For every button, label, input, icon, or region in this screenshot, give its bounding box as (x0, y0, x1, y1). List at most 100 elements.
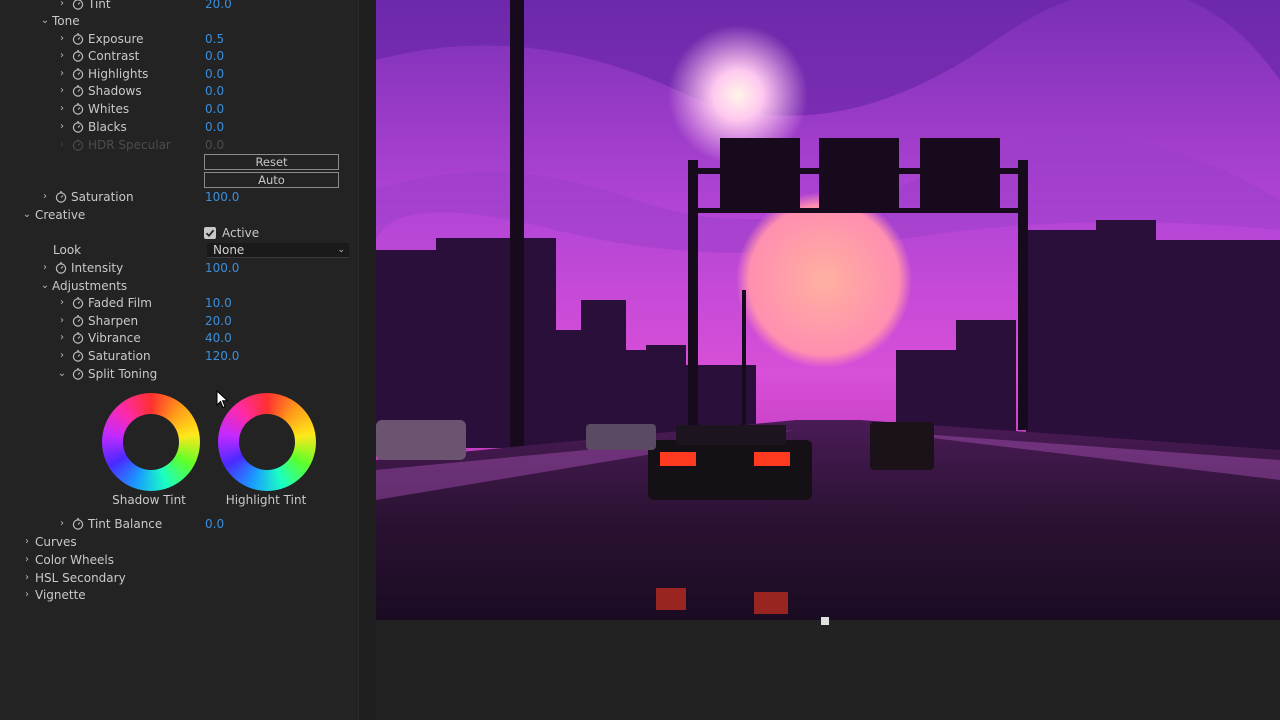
active-checkbox[interactable] (204, 227, 216, 239)
highlight-tint-label: Highlight Tint (225, 493, 307, 507)
look-dropdown[interactable]: None ⌄ (207, 243, 349, 258)
chevron-right-icon[interactable]: › (40, 259, 50, 277)
tint-balance-label: Tint Balance (88, 517, 163, 531)
creative-header: Creative (35, 208, 86, 222)
tone-header: Tone (52, 14, 80, 28)
shadow-tint-wheel[interactable] (102, 393, 200, 491)
stopwatch-icon[interactable] (72, 49, 84, 62)
chevron-right-icon[interactable]: › (57, 294, 67, 312)
effect-controls-panel: › Tint 20.0 ⌄ Tone › Exposure 0.5 › Cont… (0, 0, 376, 720)
auto-button[interactable]: Auto (204, 172, 339, 188)
contrast-value[interactable]: 0.0 (205, 47, 224, 65)
stopwatch-icon[interactable] (72, 367, 84, 380)
property-row-intensity: › Intensity 100.0 (0, 259, 358, 277)
tone-group[interactable]: ⌄ Tone (0, 12, 358, 30)
creative-saturation-value[interactable]: 120.0 (205, 347, 239, 365)
intensity-value[interactable]: 100.0 (205, 259, 239, 277)
stopwatch-icon[interactable] (55, 190, 67, 203)
intensity-label: Intensity (71, 261, 124, 275)
chevron-right-icon[interactable]: › (57, 30, 67, 48)
property-row-faded-film: › Faded Film 10.0 (0, 294, 358, 312)
chevron-right-icon[interactable]: › (22, 586, 32, 604)
vibrance-value[interactable]: 40.0 (205, 329, 232, 347)
creative-group[interactable]: ⌄ Creative (0, 206, 358, 224)
split-toning-group[interactable]: ⌄ Split Toning (0, 365, 358, 383)
active-label: Active (222, 226, 260, 240)
stopwatch-icon[interactable] (72, 349, 84, 362)
chevron-right-icon[interactable]: › (57, 100, 67, 118)
property-row-whites: › Whites 0.0 (0, 100, 358, 118)
chevron-right-icon[interactable]: › (57, 347, 67, 365)
faded-film-value[interactable]: 10.0 (205, 294, 232, 312)
checkmark-icon (205, 229, 215, 238)
highlights-value[interactable]: 0.0 (205, 65, 224, 83)
creative-saturation-label: Saturation (88, 349, 151, 363)
property-row-tint-balance: › Tint Balance 0.0 (0, 515, 358, 533)
highlights-label: Highlights (88, 67, 149, 81)
stopwatch-icon[interactable] (72, 32, 84, 45)
chevron-right-icon[interactable]: › (57, 82, 67, 100)
stopwatch-icon[interactable] (55, 261, 67, 274)
chevron-right-icon[interactable]: › (22, 551, 32, 569)
chevron-right-icon[interactable]: › (57, 47, 67, 65)
look-label: Look (53, 243, 82, 257)
stopwatch-icon[interactable] (72, 102, 84, 115)
exposure-value[interactable]: 0.5 (205, 30, 224, 48)
chevron-right-icon[interactable]: › (57, 118, 67, 136)
panel-scrollbar-track[interactable] (358, 0, 376, 720)
stopwatch-icon[interactable] (72, 314, 84, 327)
saturation-value[interactable]: 100.0 (205, 188, 239, 206)
property-row-contrast: › Contrast 0.0 (0, 47, 358, 65)
chevron-down-icon[interactable]: ⌄ (40, 277, 50, 295)
shadows-value[interactable]: 0.0 (205, 82, 224, 100)
sharpen-value[interactable]: 20.0 (205, 312, 232, 330)
chevron-right-icon[interactable]: › (22, 533, 32, 551)
vignette-section[interactable]: › Vignette (0, 586, 358, 604)
adjustments-group[interactable]: ⌄ Adjustments (0, 277, 358, 295)
anchor-handle[interactable] (821, 617, 829, 625)
chevron-down-icon[interactable]: ⌄ (22, 206, 32, 224)
chevron-right-icon[interactable]: › (40, 188, 50, 206)
highlight-tint-wheel[interactable] (218, 393, 316, 491)
program-monitor-preview[interactable] (376, 0, 1280, 620)
color-wheels-label: Color Wheels (35, 553, 114, 567)
property-row-exposure: › Exposure 0.5 (0, 30, 358, 48)
color-wheels-section[interactable]: › Color Wheels (0, 551, 358, 569)
look-selected-value: None (213, 243, 245, 257)
contrast-label: Contrast (88, 49, 140, 63)
footage-frame (376, 0, 1280, 620)
stopwatch-icon[interactable] (72, 120, 84, 133)
chevron-right-icon[interactable]: › (22, 569, 32, 587)
adjustments-header: Adjustments (52, 279, 128, 293)
chevron-right-icon[interactable]: › (57, 329, 67, 347)
stopwatch-icon[interactable] (72, 517, 84, 530)
property-row-blacks: › Blacks 0.0 (0, 118, 358, 136)
hsl-secondary-label: HSL Secondary (35, 571, 126, 585)
blacks-label: Blacks (88, 120, 127, 134)
shadows-label: Shadows (88, 84, 142, 98)
hsl-secondary-section[interactable]: › HSL Secondary (0, 569, 358, 587)
property-row-creative-saturation: › Saturation 120.0 (0, 347, 358, 365)
stopwatch-icon[interactable] (72, 67, 84, 80)
property-row-highlights: › Highlights 0.0 (0, 65, 358, 83)
property-row-shadows: › Shadows 0.0 (0, 82, 358, 100)
chevron-right-icon[interactable]: › (57, 312, 67, 330)
property-row-saturation: › Saturation 100.0 (0, 188, 358, 206)
monitor-empty-area (376, 620, 1280, 720)
blacks-value[interactable]: 0.0 (205, 118, 224, 136)
stopwatch-icon[interactable] (72, 84, 84, 97)
stopwatch-icon[interactable] (72, 296, 84, 309)
reset-button[interactable]: Reset (204, 154, 339, 170)
chevron-right-icon[interactable]: › (57, 515, 67, 533)
hdr-specular-value: 0.0 (205, 138, 225, 152)
stopwatch-icon[interactable] (72, 331, 84, 344)
chevron-down-icon[interactable]: ⌄ (57, 365, 67, 383)
chevron-right-icon: › (60, 139, 64, 150)
whites-value[interactable]: 0.0 (205, 100, 224, 118)
curves-section[interactable]: › Curves (0, 533, 358, 551)
faded-film-label: Faded Film (88, 296, 152, 310)
tint-balance-value[interactable]: 0.0 (205, 515, 224, 533)
chevron-right-icon[interactable]: › (57, 65, 67, 83)
stopwatch-icon[interactable] (72, 0, 84, 10)
chevron-down-icon[interactable]: ⌄ (40, 12, 50, 30)
